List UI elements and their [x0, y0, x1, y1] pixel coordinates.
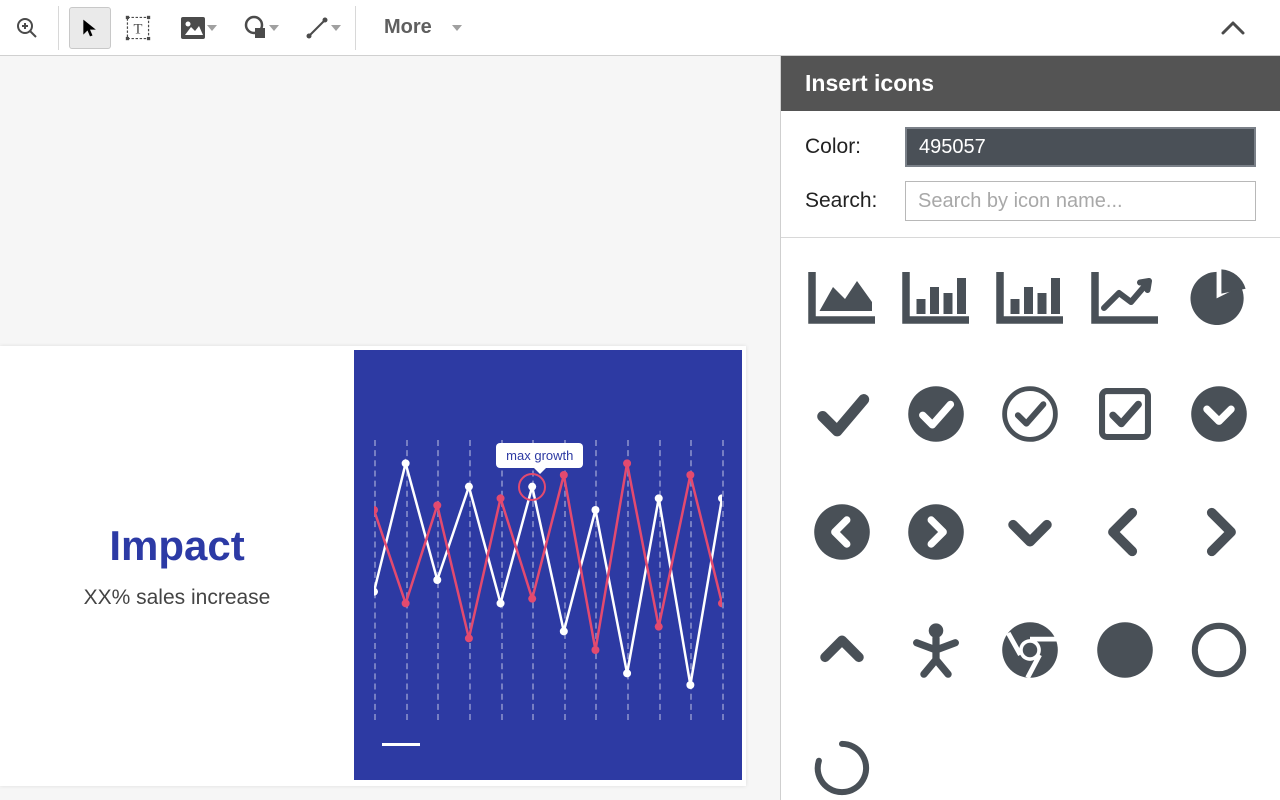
slide-chart[interactable]: max growth	[354, 350, 742, 780]
check-circle-solid-icon[interactable]	[899, 384, 973, 444]
more-label: More	[384, 16, 432, 39]
shape-tool[interactable]	[227, 7, 283, 49]
image-tool[interactable]	[165, 7, 221, 49]
svg-text:T: T	[134, 21, 143, 37]
toolbar: T More	[0, 0, 1280, 56]
circle-outline-icon[interactable]	[1182, 620, 1256, 680]
text-tool[interactable]: T	[117, 7, 159, 49]
search-label: Search:	[805, 189, 885, 213]
bar-chart-icon[interactable]	[899, 266, 973, 326]
line-chart-icon[interactable]	[1088, 266, 1162, 326]
icon-grid	[781, 238, 1280, 800]
color-input[interactable]	[905, 127, 1256, 167]
panel-title: Insert icons	[781, 56, 1280, 111]
caret-down-icon	[452, 25, 462, 31]
child-icon[interactable]	[899, 620, 973, 680]
search-input[interactable]	[905, 181, 1256, 221]
legend-line	[382, 743, 420, 746]
check-circle-outline-icon[interactable]	[993, 384, 1067, 444]
check-square-icon[interactable]	[1088, 384, 1162, 444]
chevron-down-icon[interactable]	[993, 502, 1067, 562]
chevron-circle-left-icon[interactable]	[805, 502, 879, 562]
collapse-toolbar-button[interactable]	[1212, 7, 1254, 49]
area-chart-icon[interactable]	[805, 266, 879, 326]
bar-chart-alt-icon[interactable]	[993, 266, 1067, 326]
circle-solid-icon[interactable]	[1088, 620, 1162, 680]
line-tool[interactable]	[289, 7, 345, 49]
select-tool[interactable]	[69, 7, 111, 49]
insert-icons-panel: Insert icons Color: Search:	[780, 56, 1280, 800]
canvas[interactable]: Impact XX% sales increase max growth	[0, 56, 780, 800]
separator	[58, 6, 59, 50]
chevron-circle-right-icon[interactable]	[899, 502, 973, 562]
chevron-left-icon[interactable]	[1088, 502, 1162, 562]
more-menu[interactable]: More	[366, 7, 466, 49]
slide-title[interactable]: Impact	[109, 522, 244, 570]
chrome-icon[interactable]	[993, 620, 1067, 680]
chevron-up-icon[interactable]	[805, 620, 879, 680]
separator	[355, 6, 356, 50]
chart-focus-ring	[518, 473, 546, 501]
caret-down-icon	[207, 25, 217, 31]
panel-controls: Color: Search:	[781, 111, 1280, 238]
caret-down-icon	[331, 25, 341, 31]
color-label: Color:	[805, 135, 885, 159]
slide-subtitle[interactable]: XX% sales increase	[84, 586, 271, 610]
slide[interactable]: Impact XX% sales increase max growth	[0, 346, 746, 786]
chevron-circle-down-icon[interactable]	[1182, 384, 1256, 444]
caret-down-icon	[269, 25, 279, 31]
chevron-right-icon[interactable]	[1182, 502, 1256, 562]
zoom-button[interactable]	[6, 7, 48, 49]
check-icon[interactable]	[805, 384, 879, 444]
circle-notch-icon[interactable]	[805, 738, 879, 798]
slide-text-area: Impact XX% sales increase	[0, 346, 354, 786]
chart-tooltip: max growth	[496, 443, 583, 468]
pie-chart-icon[interactable]	[1182, 266, 1256, 326]
